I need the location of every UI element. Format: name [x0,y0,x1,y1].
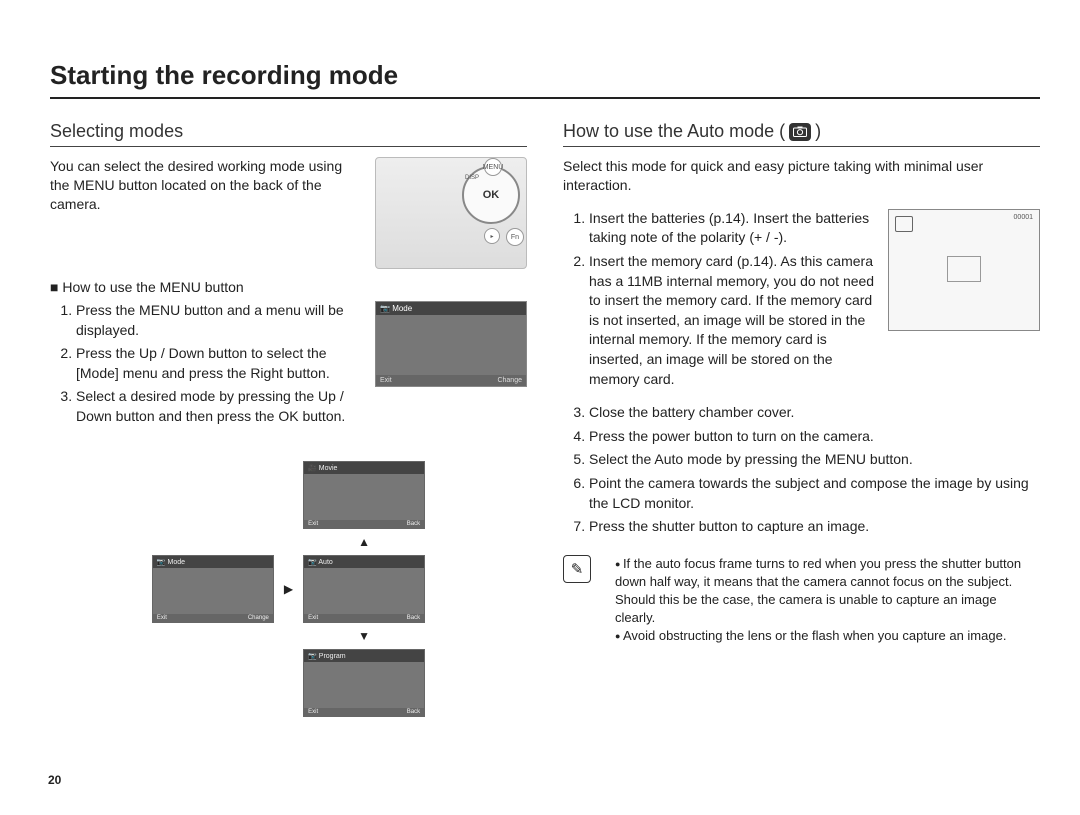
right-column: How to use the Auto mode ( ) Select this… [563,121,1040,717]
auto-step-5: Select the Auto mode by pressing the MEN… [589,450,1040,470]
cascade-program-menu: 📷 Program Exit Back [303,649,425,717]
menu-button-subheading: How to use the MENU button [50,279,527,295]
cascade-change-label: Change [248,615,269,621]
cascade-movie-exit: Exit [308,521,318,527]
lcd-camera-icon [895,216,913,232]
left-column: Selecting modes You can select the desir… [50,121,527,717]
menu-step-3: Select a desired mode by pressing the Up… [76,387,363,426]
cascade-mode-menu: 📷 Mode Exit Change [152,555,274,623]
note-icon: ✎ [563,555,591,583]
cascade-program-label: Program [319,653,346,660]
up-arrow-icon: ▲ [358,535,370,549]
auto-note-2: Avoid obstructing the lens or the flash … [615,627,1040,645]
auto-step-4: Press the power button to turn on the ca… [589,427,1040,447]
cascade-auto-label: Auto [318,559,332,566]
menu-cascade-illustration: 📷 Mode Exit Change ▶ 🎥 Movie Exit Back [50,461,527,717]
cascade-program-exit: Exit [308,709,318,715]
selecting-modes-intro: You can select the desired working mode … [50,157,363,214]
section-title-selecting-modes: Selecting modes [50,121,527,147]
auto-step-6: Point the camera towards the subject and… [589,474,1040,513]
lcd-focus-box-icon [947,256,981,282]
lcd-preview-illustration: 00001 [888,209,1040,331]
cascade-auto-menu: 📷 Auto Exit Back [303,555,425,623]
cascade-movie-label: Movie [319,465,338,472]
menu-screenshot-main: 📷 Mode Exit Change [375,301,527,387]
camera-icon [789,123,811,141]
auto-step-1: Insert the batteries (p.14). Insert the … [589,209,876,248]
right-arrow-icon: ▶ [284,582,293,596]
page-number: 20 [48,773,61,787]
fn-button-icon: Fn [506,228,524,246]
down-arrow-icon: ▼ [358,629,370,643]
section-title-auto-mode: How to use the Auto mode ( ) [563,121,1040,147]
menu-step-1: Press the MENU button and a menu will be… [76,301,363,340]
auto-step-2: Insert the memory card (p.14). As this c… [589,252,876,389]
auto-title-suffix: ) [815,121,821,142]
disp-label-icon: DISP [464,170,480,186]
menu-step-2: Press the Up / Down button to select the… [76,344,363,383]
auto-title-prefix: How to use the Auto mode ( [563,121,785,142]
camera-back-illustration: OK MENU Fn ▸ DISP [375,157,527,269]
auto-mode-intro: Select this mode for quick and easy pict… [563,157,1040,195]
auto-note-1: If the auto focus frame turns to red whe… [615,555,1040,628]
auto-step-3: Close the battery chamber cover. [589,403,1040,423]
menu-mode-label: Mode [392,304,412,313]
cascade-movie-menu: 🎥 Movie Exit Back [303,461,425,529]
lcd-counter: 00001 [1014,214,1033,221]
cascade-auto-back: Back [407,615,420,621]
cascade-mode-label: Mode [168,559,186,566]
menu-change-label: Change [497,377,522,384]
playback-button-icon: ▸ [484,228,500,244]
cascade-movie-back: Back [407,521,420,527]
menu-exit-label: Exit [380,377,392,384]
cascade-program-back: Back [407,709,420,715]
auto-step-7: Press the shutter button to capture an i… [589,517,1040,537]
menu-button-icon: MENU [484,158,502,176]
cascade-auto-exit: Exit [308,615,318,621]
cascade-exit-label: Exit [157,615,167,621]
page-title: Starting the recording mode [50,60,1040,99]
